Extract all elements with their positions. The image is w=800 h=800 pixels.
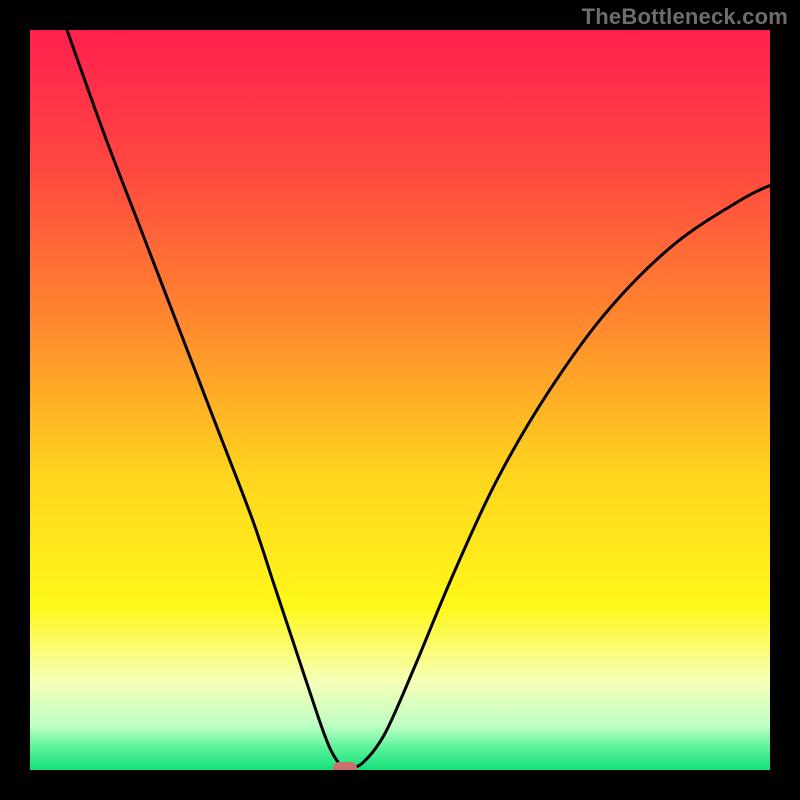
optimal-marker <box>333 762 357 770</box>
chart-frame: TheBottleneck.com <box>0 0 800 800</box>
watermark-text: TheBottleneck.com <box>582 4 788 30</box>
bottleneck-curve <box>67 30 770 769</box>
plot-area <box>30 30 770 770</box>
curve-layer <box>30 30 770 770</box>
